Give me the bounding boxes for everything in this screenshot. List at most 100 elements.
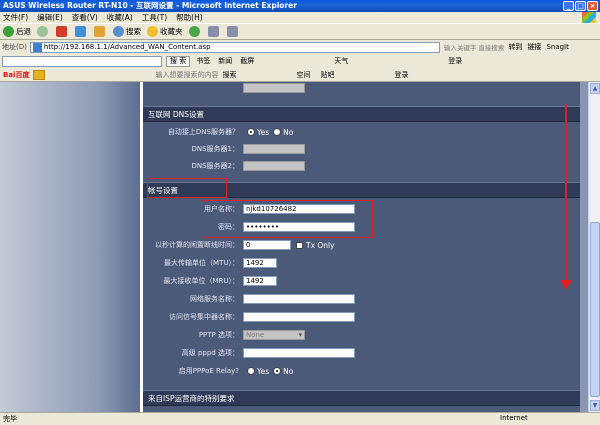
pppd-input[interactable] xyxy=(243,348,355,358)
scroll-down-arrow-icon[interactable]: ▼ xyxy=(590,400,600,411)
favorites-label: 收藏夹 xyxy=(160,27,183,36)
relay-yes-label: Yes xyxy=(257,366,270,376)
mtu-label: 最大传输单位（MTU）： xyxy=(164,259,239,267)
folder-icon[interactable] xyxy=(33,69,46,80)
service-name-row: 网络服务名称： xyxy=(143,290,580,308)
dns-auto-yes-radio[interactable] xyxy=(247,128,255,136)
baidu-search-button[interactable]: 搜索 xyxy=(222,70,236,80)
screenshot-button[interactable]: 截屏 xyxy=(240,56,254,66)
relay-no-label: No xyxy=(283,366,294,376)
search-button[interactable]: 搜索 xyxy=(113,26,141,37)
news-button[interactable]: 新闻 xyxy=(218,56,232,66)
favorites-button[interactable]: 收藏夹 xyxy=(147,26,183,37)
dns-auto-no-radio[interactable] xyxy=(273,128,282,136)
menu-favorites[interactable]: 收藏(A) xyxy=(107,12,133,23)
relay-no-radio[interactable] xyxy=(273,367,282,375)
weather-button[interactable]: 天气 xyxy=(334,56,348,66)
toolbar-search-input[interactable] xyxy=(2,55,162,67)
home-button[interactable] xyxy=(94,26,107,37)
baidu-login-link[interactable]: 登录 xyxy=(394,70,408,80)
idle-input[interactable]: 0 xyxy=(243,240,291,250)
dns-auto-no-label: No xyxy=(283,127,294,137)
relay-yes-radio[interactable] xyxy=(247,367,255,375)
pppd-label: 高级 pppd 选项： xyxy=(181,349,239,357)
search-icon xyxy=(113,26,124,37)
account-header-highlight xyxy=(147,178,227,198)
bookmarks-button[interactable]: 书签 xyxy=(196,56,210,66)
mru-label: 最大接收单位（MRU）： xyxy=(163,277,239,285)
print-button[interactable] xyxy=(226,26,240,37)
menu-bar: 文件(F) 编辑(E) 查看(V) 收藏(A) 工具(T) 帮助(H) xyxy=(0,12,600,23)
stop-button[interactable] xyxy=(56,26,69,37)
ac-name-input[interactable] xyxy=(243,312,355,322)
home-icon xyxy=(94,26,105,37)
idle-label: 以秒计算的闲置断线时间： xyxy=(155,241,239,249)
pptp-select[interactable]: None xyxy=(243,330,305,340)
scroll-thumb[interactable] xyxy=(590,222,600,397)
mail-icon xyxy=(207,26,219,37)
searchbar-login-link[interactable]: 登录 xyxy=(448,56,462,66)
stop-icon xyxy=(56,26,67,37)
pptp-row: PPTP 选项： None xyxy=(143,326,580,344)
print-icon xyxy=(226,26,238,37)
dns1-input[interactable] xyxy=(243,144,305,154)
address-url: http://192.168.1.1/Advanced_WAN_Content.… xyxy=(43,43,211,51)
dns1-label: DNS服务器1： xyxy=(191,145,239,153)
star-icon xyxy=(147,26,158,37)
window-controls: _ □ × xyxy=(563,1,598,11)
mru-input[interactable]: 1492 xyxy=(243,276,277,286)
links-button[interactable]: 链接 xyxy=(527,42,541,52)
space-button[interactable]: 空间 xyxy=(296,70,310,80)
standard-toolbar: 后退 搜索 收藏夹 xyxy=(0,23,600,40)
address-label: 地址(D) xyxy=(2,43,27,51)
address-search-hint[interactable]: 输入关键字 直接搜索 xyxy=(444,42,505,52)
back-button[interactable]: 后退 xyxy=(3,26,31,37)
mail-button[interactable] xyxy=(207,26,221,37)
minimize-button[interactable]: _ xyxy=(563,1,574,11)
dns2-label: DNS服务器2： xyxy=(191,162,239,170)
dns-auto-label: 自动接上DNS服务器？ xyxy=(167,128,239,136)
tx-only-label: Tx Only xyxy=(306,240,335,250)
pptp-label: PPTP 选项： xyxy=(198,331,239,339)
page-content: 互联网 DNS设置 自动接上DNS服务器？ Yes No DNS服务器1： DN… xyxy=(0,82,600,412)
ie-window: ASUS Wireless Router RT-N10 - 互联网设置 - Mi… xyxy=(0,0,600,425)
forward-button[interactable] xyxy=(37,26,50,37)
tx-only-checkbox[interactable] xyxy=(296,241,303,249)
mtu-input[interactable]: 1492 xyxy=(243,258,277,268)
baidu-search-hint[interactable]: 输入想要搜索的内容 xyxy=(155,70,218,80)
page-icon xyxy=(32,42,42,52)
menu-view[interactable]: 查看(V) xyxy=(72,12,98,23)
idle-row: 以秒计算的闲置断线时间： 0 Tx Only xyxy=(143,236,580,254)
dns1-row: DNS服务器1： xyxy=(143,140,580,158)
scroll-up-arrow-icon[interactable]: ▲ xyxy=(590,83,600,94)
service-name-input[interactable] xyxy=(243,294,355,304)
refresh-button[interactable] xyxy=(75,26,88,37)
menu-tools[interactable]: 工具(T) xyxy=(142,12,167,23)
vertical-scrollbar[interactable]: ▲ ▼ xyxy=(588,82,600,412)
top-partial-row xyxy=(143,82,580,94)
menu-help[interactable]: 帮助(H) xyxy=(176,12,203,23)
isp-section-header: 来自ISP运营商的特别要求 xyxy=(143,390,580,406)
snagit-button[interactable]: SnagIt xyxy=(546,43,568,51)
tieba-button[interactable]: 贴吧 xyxy=(320,70,334,80)
internet-zone: Internet xyxy=(500,414,528,422)
go-button[interactable]: 转到 xyxy=(508,42,522,52)
forward-arrow-icon xyxy=(37,26,48,37)
toolbar-search-button[interactable]: 搜 索 xyxy=(166,55,191,67)
dns-section-header: 互联网 DNS设置 xyxy=(143,106,580,122)
search-label: 搜索 xyxy=(126,27,141,36)
scroll-down-arrow-annotation xyxy=(560,104,572,290)
maximize-button[interactable]: □ xyxy=(575,1,586,11)
history-button[interactable] xyxy=(188,26,202,37)
pppd-row: 高级 pppd 选项： xyxy=(143,344,580,362)
title-bar: ASUS Wireless Router RT-N10 - 互联网设置 - Mi… xyxy=(0,0,600,12)
service-name-label: 网络服务名称： xyxy=(190,295,239,303)
baidu-toolbar: Bai百度 输入想要搜索的内容 搜索 空间 贴吧 登录 xyxy=(0,68,600,82)
dns2-input[interactable] xyxy=(243,161,305,171)
menu-edit[interactable]: 编辑(E) xyxy=(37,12,63,23)
address-input[interactable]: http://192.168.1.1/Advanced_WAN_Content.… xyxy=(29,41,440,53)
menu-file[interactable]: 文件(F) xyxy=(3,12,28,23)
close-button[interactable]: × xyxy=(587,1,598,11)
history-icon xyxy=(188,26,200,37)
dns-auto-yes-label: Yes xyxy=(257,127,270,137)
